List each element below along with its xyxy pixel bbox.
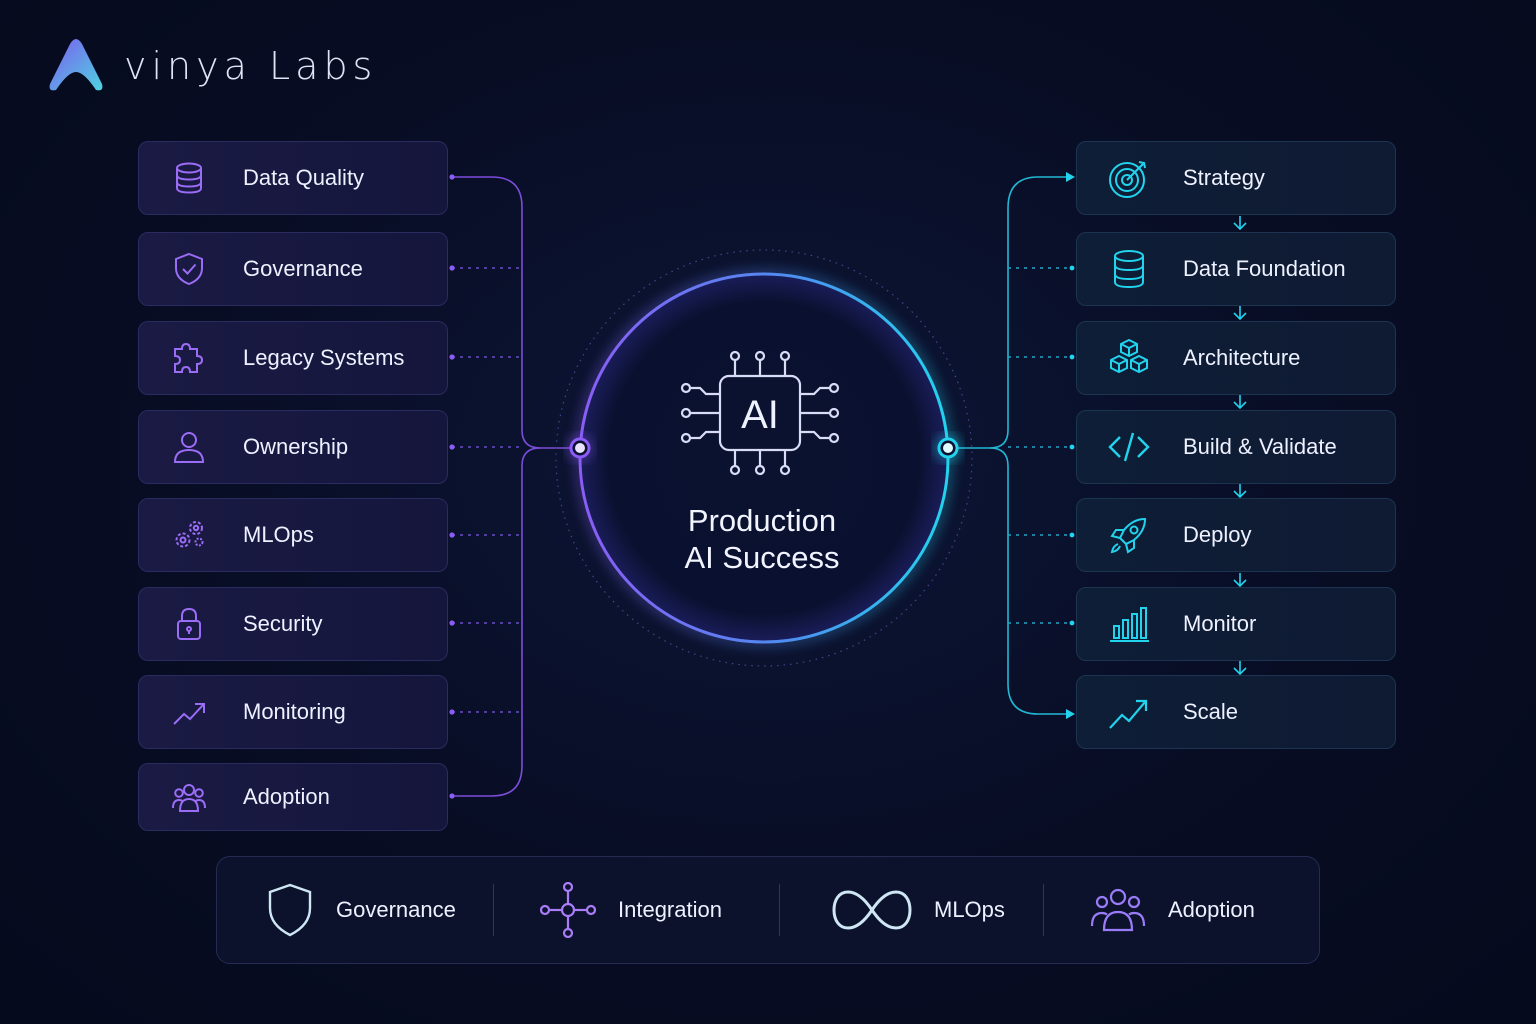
step-label: Build & Validate (1183, 434, 1337, 459)
step-label: Scale (1183, 699, 1239, 724)
challenge-label: Governance (243, 256, 363, 281)
lock-icon (177, 607, 201, 640)
challenge-card-mlops[interactable]: MLOps (138, 498, 448, 572)
connector-strategy (950, 176, 1072, 449)
step-card-deploy[interactable]: Deploy (1076, 498, 1396, 572)
pillar-label: Adoption (1168, 897, 1255, 922)
user-icon (173, 432, 205, 463)
pillar-integration[interactable]: Integration (540, 856, 722, 964)
ai-chip-label: AI (741, 393, 779, 437)
hub-icon (540, 882, 596, 938)
step-label: Deploy (1183, 522, 1252, 547)
database-icon (1114, 250, 1144, 289)
center-title: Production AI Success (640, 502, 884, 576)
database-icon (176, 162, 202, 194)
users-icon (1090, 888, 1146, 932)
challenge-card-monitoring[interactable]: Monitoring (138, 675, 448, 749)
puzzle-icon (174, 342, 204, 373)
pillar-mlops[interactable]: MLOps (832, 856, 1005, 964)
step-card-data-foundation[interactable]: Data Foundation (1076, 232, 1396, 306)
challenge-card-security[interactable]: Security (138, 587, 448, 661)
connector-data-quality (452, 176, 578, 449)
pillar-divider (779, 884, 780, 936)
step-card-strategy[interactable]: Strategy (1076, 141, 1396, 215)
pillar-divider (1043, 884, 1044, 936)
code-icon (1108, 432, 1150, 462)
pillar-adoption[interactable]: Adoption (1090, 856, 1255, 964)
challenge-card-governance[interactable]: Governance (138, 232, 448, 306)
challenge-label: Monitoring (243, 699, 346, 724)
step-label: Architecture (1183, 345, 1301, 370)
challenge-label: Data Quality (243, 165, 365, 190)
step-label: Strategy (1183, 165, 1265, 190)
infinity-icon (832, 890, 912, 930)
target-icon (1109, 161, 1146, 198)
pillar-label: MLOps (934, 897, 1005, 922)
connector-scale (989, 447, 1072, 715)
pillar-label: Integration (618, 897, 722, 922)
trend-up-icon (173, 703, 205, 725)
step-card-architecture[interactable]: Architecture (1076, 321, 1396, 395)
step-card-build-validate[interactable]: Build & Validate (1076, 410, 1396, 484)
step-card-scale[interactable]: Scale (1076, 675, 1396, 749)
step-card-monitor[interactable]: Monitor (1076, 587, 1396, 661)
pillar-governance[interactable]: Governance (266, 856, 456, 964)
pillar-divider (493, 884, 494, 936)
shield-icon (268, 883, 312, 937)
challenge-card-ownership[interactable]: Ownership (138, 410, 448, 484)
challenge-label: MLOps (243, 522, 314, 547)
shield-check-icon (175, 252, 203, 286)
ai-chip-icon: AI (680, 350, 840, 476)
center-title-line1: Production (687, 503, 837, 538)
challenge-card-data-quality[interactable]: Data Quality (138, 141, 448, 215)
connector-adoption (452, 447, 541, 797)
bar-chart-icon (1110, 607, 1149, 642)
rocket-icon (1110, 517, 1147, 554)
gears-icon (175, 521, 204, 548)
challenge-label: Ownership (243, 434, 349, 459)
challenge-card-legacy-systems[interactable]: Legacy Systems (138, 321, 448, 395)
challenge-label: Security (243, 611, 323, 636)
challenge-label: Adoption (243, 784, 330, 809)
center-title-line2: AI Success (684, 540, 840, 575)
trend-up-icon (1109, 699, 1148, 729)
step-label: Monitor (1183, 611, 1257, 636)
challenge-label: Legacy Systems (243, 345, 405, 370)
cubes-icon (1110, 338, 1148, 374)
pillar-label: Governance (336, 897, 456, 922)
step-label: Data Foundation (1183, 256, 1346, 281)
challenge-card-adoption[interactable]: Adoption (138, 763, 448, 831)
users-icon (172, 784, 206, 812)
